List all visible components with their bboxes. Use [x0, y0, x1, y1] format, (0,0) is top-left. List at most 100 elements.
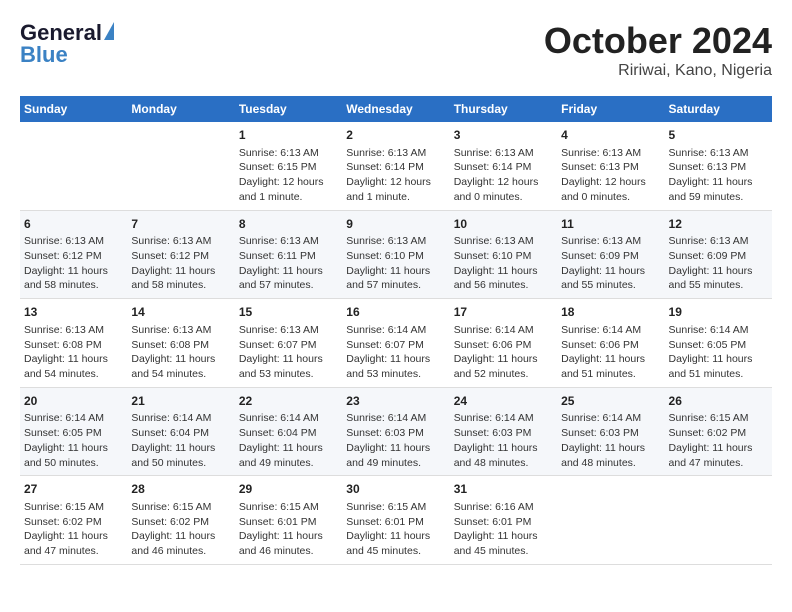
day-info: Daylight: 11 hours and 50 minutes.	[131, 441, 230, 470]
day-info: Sunset: 6:14 PM	[346, 160, 445, 175]
day-info: Sunrise: 6:15 AM	[669, 411, 768, 426]
title-block: October 2024 Ririwai, Kano, Nigeria	[544, 20, 772, 80]
calendar-row: 1Sunrise: 6:13 AMSunset: 6:15 PMDaylight…	[20, 122, 772, 210]
col-sunday: Sunday	[20, 96, 127, 122]
day-number: 7	[131, 216, 230, 233]
day-info: Sunset: 6:10 PM	[346, 249, 445, 264]
day-number: 4	[561, 127, 660, 144]
day-info: Sunset: 6:03 PM	[454, 426, 553, 441]
day-info: Daylight: 11 hours and 58 minutes.	[131, 264, 230, 293]
day-number: 5	[669, 127, 768, 144]
day-info: Daylight: 11 hours and 59 minutes.	[669, 175, 768, 204]
col-thursday: Thursday	[450, 96, 557, 122]
table-row: 12Sunrise: 6:13 AMSunset: 6:09 PMDayligh…	[665, 210, 772, 299]
day-info: Sunset: 6:13 PM	[561, 160, 660, 175]
day-info: Sunrise: 6:16 AM	[454, 500, 553, 515]
day-number: 12	[669, 216, 768, 233]
day-info: Sunset: 6:02 PM	[24, 515, 123, 530]
day-info: Daylight: 12 hours and 1 minute.	[239, 175, 338, 204]
day-number: 9	[346, 216, 445, 233]
day-info: Daylight: 11 hours and 54 minutes.	[24, 352, 123, 381]
table-row: 21Sunrise: 6:14 AMSunset: 6:04 PMDayligh…	[127, 387, 234, 476]
day-info: Sunrise: 6:14 AM	[454, 323, 553, 338]
table-row: 18Sunrise: 6:14 AMSunset: 6:06 PMDayligh…	[557, 299, 664, 388]
table-row: 8Sunrise: 6:13 AMSunset: 6:11 PMDaylight…	[235, 210, 342, 299]
calendar-subtitle: Ririwai, Kano, Nigeria	[544, 62, 772, 80]
day-info: Daylight: 11 hours and 58 minutes.	[24, 264, 123, 293]
day-info: Daylight: 11 hours and 57 minutes.	[239, 264, 338, 293]
table-row: 11Sunrise: 6:13 AMSunset: 6:09 PMDayligh…	[557, 210, 664, 299]
day-info: Sunset: 6:15 PM	[239, 160, 338, 175]
day-number: 10	[454, 216, 553, 233]
table-row: 30Sunrise: 6:15 AMSunset: 6:01 PMDayligh…	[342, 476, 449, 565]
day-info: Sunset: 6:07 PM	[346, 338, 445, 353]
day-info: Sunrise: 6:14 AM	[561, 411, 660, 426]
day-number: 14	[131, 304, 230, 321]
day-info: Sunset: 6:02 PM	[131, 515, 230, 530]
day-info: Sunset: 6:11 PM	[239, 249, 338, 264]
day-number: 13	[24, 304, 123, 321]
table-row: 19Sunrise: 6:14 AMSunset: 6:05 PMDayligh…	[665, 299, 772, 388]
day-info: Sunset: 6:14 PM	[454, 160, 553, 175]
day-info: Daylight: 12 hours and 0 minutes.	[454, 175, 553, 204]
day-info: Sunrise: 6:13 AM	[239, 323, 338, 338]
day-info: Sunrise: 6:14 AM	[346, 411, 445, 426]
day-number: 1	[239, 127, 338, 144]
table-row: 16 Sunrise: 6:14 AMSunset: 6:07 PMDayligh…	[342, 299, 449, 388]
table-row: 5Sunrise: 6:13 AMSunset: 6:13 PMDaylight…	[665, 122, 772, 210]
day-number: 28	[131, 481, 230, 498]
day-info: Daylight: 11 hours and 54 minutes.	[131, 352, 230, 381]
table-row: 31Sunrise: 6:16 AMSunset: 6:01 PMDayligh…	[450, 476, 557, 565]
day-info: Sunrise: 6:14 AM	[346, 323, 445, 338]
table-row: 20Sunrise: 6:14 AMSunset: 6:05 PMDayligh…	[20, 387, 127, 476]
day-info: Sunrise: 6:15 AM	[346, 500, 445, 515]
calendar-row: 20Sunrise: 6:14 AMSunset: 6:05 PMDayligh…	[20, 387, 772, 476]
logo: General Blue	[20, 20, 114, 68]
day-number: 26	[669, 393, 768, 410]
day-info: Daylight: 11 hours and 47 minutes.	[669, 441, 768, 470]
table-row: 15Sunrise: 6:13 AMSunset: 6:07 PMDayligh…	[235, 299, 342, 388]
col-friday: Friday	[557, 96, 664, 122]
calendar-table: Sunday Monday Tuesday Wednesday Thursday…	[20, 96, 772, 565]
day-info: Sunrise: 6:13 AM	[346, 234, 445, 249]
day-info: Sunset: 6:01 PM	[454, 515, 553, 530]
day-info: Sunset: 6:03 PM	[561, 426, 660, 441]
table-row: 13Sunrise: 6:13 AMSunset: 6:08 PMDayligh…	[20, 299, 127, 388]
table-row: 25Sunrise: 6:14 AMSunset: 6:03 PMDayligh…	[557, 387, 664, 476]
day-number: 11	[561, 216, 660, 233]
day-info: Daylight: 11 hours and 55 minutes.	[669, 264, 768, 293]
table-row: 1 Sunrise: 6:13 AMSunset: 6:15 PMDaylight…	[235, 122, 342, 210]
day-number: 17	[454, 304, 553, 321]
day-info: Daylight: 11 hours and 48 minutes.	[454, 441, 553, 470]
calendar-row: 6Sunrise: 6:13 AMSunset: 6:12 PMDaylight…	[20, 210, 772, 299]
day-info: Sunrise: 6:13 AM	[131, 323, 230, 338]
day-info: Daylight: 11 hours and 53 minutes.	[346, 352, 445, 381]
day-info: Daylight: 11 hours and 49 minutes.	[239, 441, 338, 470]
page-header: General Blue October 2024 Ririwai, Kano,…	[20, 20, 772, 80]
day-info: Sunset: 6:07 PM	[239, 338, 338, 353]
day-info: Daylight: 11 hours and 47 minutes.	[24, 529, 123, 558]
day-info: Sunset: 6:09 PM	[561, 249, 660, 264]
day-info: Sunset: 6:09 PM	[669, 249, 768, 264]
day-info: Daylight: 11 hours and 57 minutes.	[346, 264, 445, 293]
table-row	[665, 476, 772, 565]
day-info: Sunset: 6:01 PM	[346, 515, 445, 530]
day-info: Sunset: 6:01 PM	[239, 515, 338, 530]
day-info: Sunrise: 6:13 AM	[239, 146, 338, 161]
table-row: 23Sunrise: 6:14 AMSunset: 6:03 PMDayligh…	[342, 387, 449, 476]
day-number: 2	[346, 127, 445, 144]
day-info: Sunrise: 6:13 AM	[454, 234, 553, 249]
day-info: Daylight: 11 hours and 45 minutes.	[454, 529, 553, 558]
day-info: Daylight: 12 hours and 0 minutes.	[561, 175, 660, 204]
day-number: 16	[346, 304, 445, 321]
day-info: Daylight: 11 hours and 46 minutes.	[131, 529, 230, 558]
day-info: Sunset: 6:03 PM	[346, 426, 445, 441]
day-info: Sunrise: 6:14 AM	[24, 411, 123, 426]
calendar-row: 13Sunrise: 6:13 AMSunset: 6:08 PMDayligh…	[20, 299, 772, 388]
table-row: 26Sunrise: 6:15 AMSunset: 6:02 PMDayligh…	[665, 387, 772, 476]
day-info: Daylight: 11 hours and 56 minutes.	[454, 264, 553, 293]
day-info: Sunrise: 6:13 AM	[239, 234, 338, 249]
table-row: 28Sunrise: 6:15 AMSunset: 6:02 PMDayligh…	[127, 476, 234, 565]
day-number: 29	[239, 481, 338, 498]
day-info: Daylight: 11 hours and 52 minutes.	[454, 352, 553, 381]
